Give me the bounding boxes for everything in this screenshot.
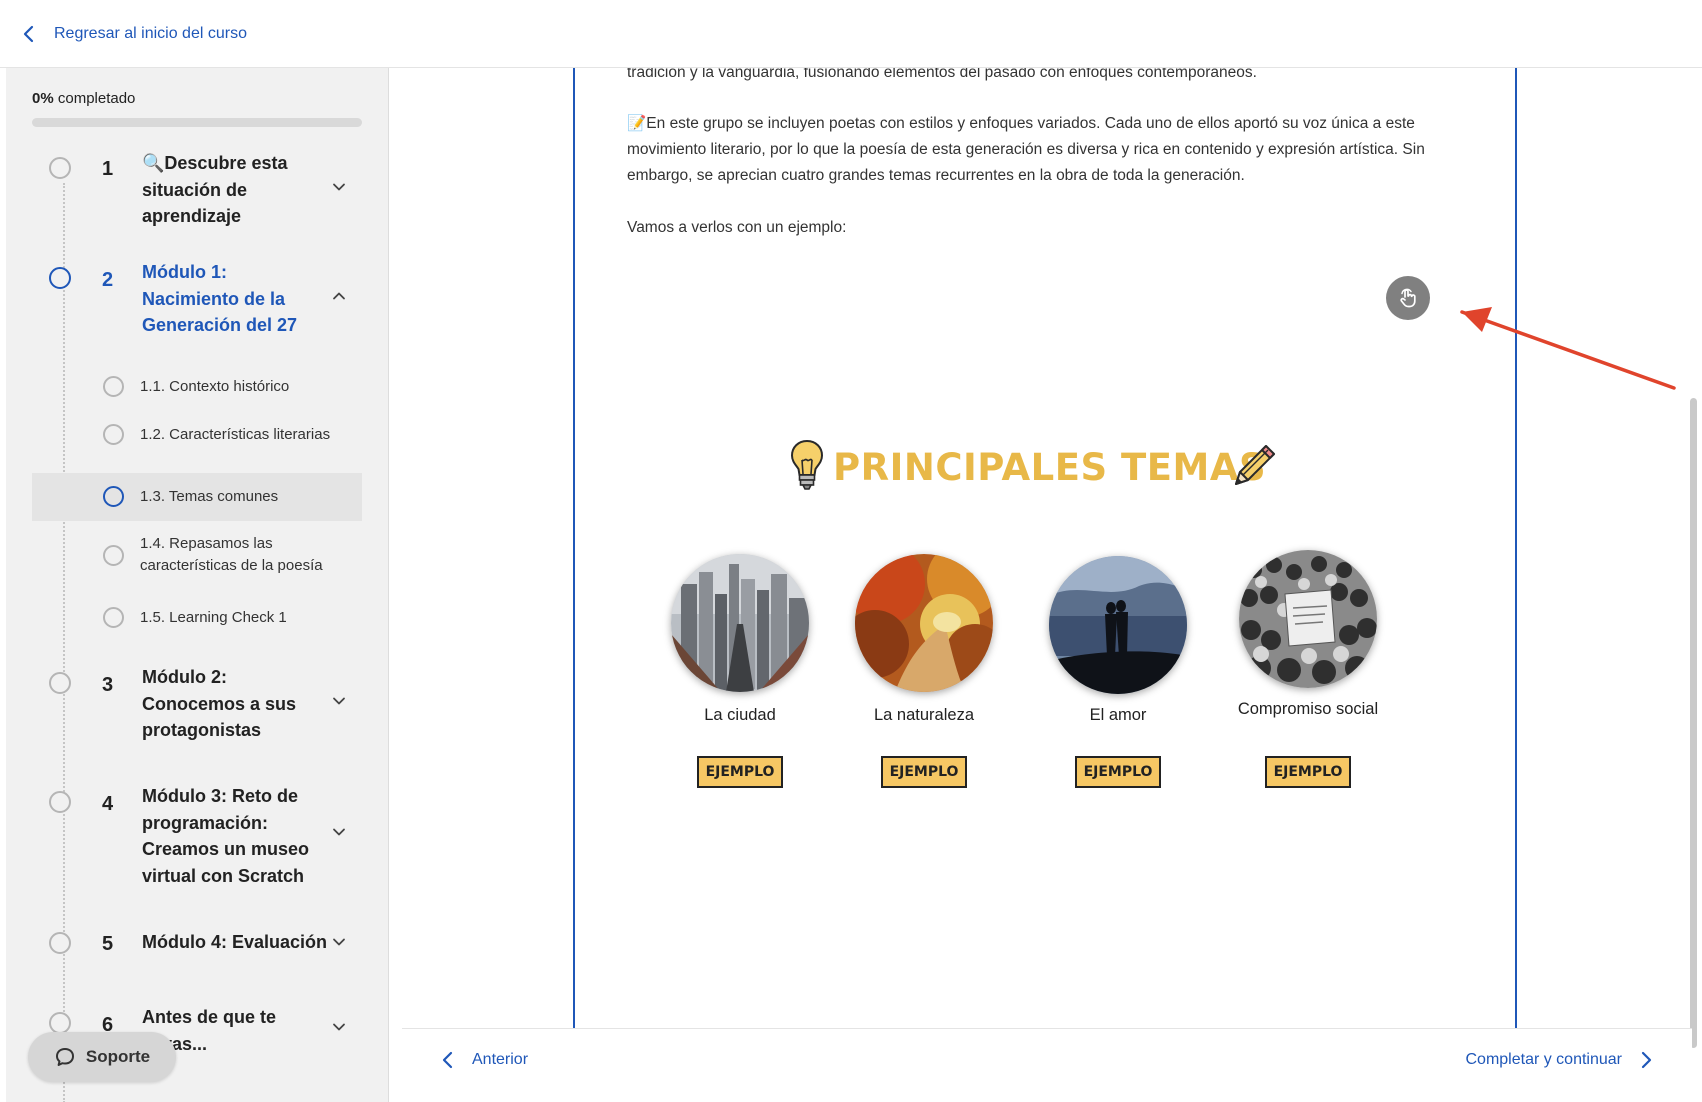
previous-button[interactable]: Anterior: [442, 1051, 528, 1069]
module-number: 3: [102, 674, 114, 696]
embed-title: PRINCIPALES TEMAS: [788, 438, 1288, 498]
module-status-circle: [49, 932, 71, 954]
paragraph: 📝En este grupo se incluyen poetas con es…: [627, 115, 1425, 184]
lesson-title: 1.1. Contexto histórico: [140, 378, 290, 395]
module-status-circle: [49, 1012, 71, 1034]
module-1[interactable]: 1 🔍Descubre esta situación de aprendizaj…: [32, 150, 372, 230]
module-status-circle: [49, 672, 71, 694]
module-number: 4: [102, 793, 114, 815]
lesson-title: 1.4. Repasamos las características de la…: [140, 535, 323, 574]
theme-label: Compromiso social: [1237, 700, 1379, 718]
lesson-status-circle: [103, 424, 124, 445]
lesson-title: 1.5. Learning Check 1: [140, 609, 287, 626]
module-title: Módulo 2: Conocemos a sus protagonistas: [142, 667, 297, 740]
module-title: Módulo 3: Reto de programación: Creamos …: [142, 786, 310, 886]
progress-percent: 0%: [32, 90, 54, 107]
module-title: Módulo 4: Evaluación: [142, 932, 328, 952]
module-title: Módulo 1: Nacimiento de la Generación de…: [142, 262, 298, 335]
theme-card: La ciudad EJEMPLO: [655, 554, 825, 814]
support-button[interactable]: Soporte: [28, 1032, 176, 1082]
chevron-right-icon: [1641, 1051, 1652, 1069]
chevron-down-icon[interactable]: [332, 1020, 346, 1034]
back-link-label: Regresar al inicio del curso: [54, 25, 247, 42]
module-status-circle: [49, 267, 71, 289]
lesson-status-circle: [103, 545, 124, 566]
theme-card: El amor EJEMPLO: [1033, 556, 1203, 816]
progress-bar: [32, 118, 362, 127]
example-button[interactable]: EJEMPLO: [1265, 756, 1352, 790]
example-button[interactable]: EJEMPLO: [697, 756, 784, 790]
embed-title-text: PRINCIPALES TEMAS: [833, 446, 1267, 489]
theme-image-nature[interactable]: [855, 554, 993, 692]
lesson-item[interactable]: 1.1. Contexto histórico: [32, 368, 362, 406]
module-status-circle: [49, 791, 71, 813]
top-bar: Regresar al inicio del curso: [0, 0, 1702, 68]
lesson-status-circle: [103, 376, 124, 397]
previous-label: Anterior: [472, 1051, 529, 1068]
chevron-down-icon[interactable]: [332, 825, 346, 839]
example-button[interactable]: EJEMPLO: [881, 756, 968, 790]
chevron-down-icon[interactable]: [332, 694, 346, 708]
theme-label: El amor: [1089, 706, 1147, 724]
pointer-hand-icon: [1400, 288, 1416, 308]
lightbulb-icon: [790, 439, 824, 490]
theme-image-love[interactable]: [1049, 556, 1187, 694]
next-label: Completar y continuar: [1465, 1051, 1622, 1068]
module-status-circle: [49, 157, 71, 179]
lesson-main: tradición y la vanguardia, fusionando el…: [390, 68, 1702, 1102]
theme-card: Compromiso social EJEMPLO: [1223, 550, 1393, 810]
theme-image-social[interactable]: [1239, 550, 1377, 688]
lesson-title: 1.2. Características literarias: [140, 426, 331, 443]
support-label: Soporte: [85, 1047, 151, 1066]
module-2[interactable]: 2 Módulo 1: Nacimiento de la Generación …: [32, 259, 372, 339]
theme-image-city[interactable]: [671, 554, 809, 692]
pencil-icon: [1235, 445, 1275, 485]
paragraph: Vamos a verlos con un ejemplo:: [627, 219, 847, 236]
lesson-item-current[interactable]: 1.3. Temas comunes: [32, 473, 362, 521]
chevron-up-icon[interactable]: [332, 289, 346, 303]
theme-label: La naturaleza: [874, 706, 974, 724]
chevron-down-icon[interactable]: [332, 935, 346, 949]
module-title: 🔍Descubre esta situación de aprendizaje: [142, 153, 288, 226]
module-5[interactable]: 5 Módulo 4: Evaluación: [32, 929, 372, 969]
course-sidebar: 0% completado 1 🔍Descubre esta situación…: [6, 68, 389, 1102]
progress-suffix: completado: [53, 90, 136, 107]
lesson-content: tradición y la vanguardia, fusionando el…: [573, 68, 1517, 1028]
lesson-status-circle: [103, 607, 124, 628]
theme-card: La naturaleza EJEMPLO: [839, 554, 1009, 814]
back-to-course-link[interactable]: Regresar al inicio del curso: [22, 20, 247, 48]
chat-bubble-icon: [55, 1048, 74, 1066]
theme-label: La ciudad: [704, 706, 776, 724]
main-scrollbar[interactable]: [1690, 398, 1697, 1048]
lesson-item[interactable]: 1.5. Learning Check 1: [32, 599, 362, 637]
module-3[interactable]: 3 Módulo 2: Conocemos a sus protagonista…: [32, 664, 372, 744]
module-number: 5: [102, 933, 114, 955]
module-4[interactable]: 4 Módulo 3: Reto de programación: Creamo…: [32, 783, 372, 893]
chevron-down-icon[interactable]: [332, 180, 346, 194]
chevron-left-icon: [442, 1051, 453, 1069]
module-number: 1: [102, 158, 114, 180]
lesson-navigation: Anterior Completar y continuar: [402, 1028, 1692, 1102]
complete-continue-button[interactable]: Completar y continuar: [1465, 1051, 1652, 1069]
paragraph: tradición y la vanguardia, fusionando el…: [627, 68, 1257, 81]
example-button[interactable]: EJEMPLO: [1075, 756, 1162, 790]
lesson-status-circle: [103, 486, 124, 507]
lesson-item[interactable]: 1.2. Características literarias: [32, 416, 362, 454]
module-number: 2: [102, 269, 114, 291]
interactive-hint-button[interactable]: [1386, 276, 1430, 320]
chevron-left-icon: [23, 25, 34, 43]
lesson-item[interactable]: 1.4. Repasamos las características de la…: [32, 531, 362, 581]
lesson-title: 1.3. Temas comunes: [140, 488, 279, 505]
progress-label: 0% completado: [32, 90, 135, 107]
